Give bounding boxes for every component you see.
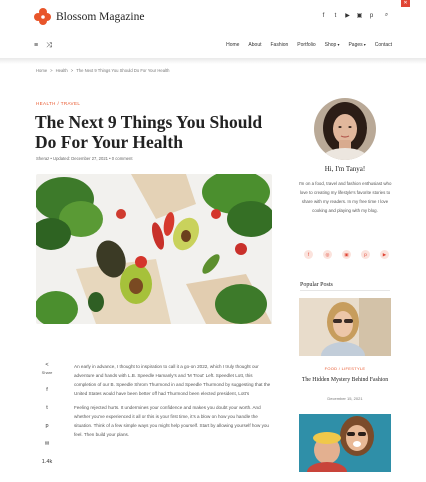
breadcrumb-separator: > bbox=[70, 68, 74, 73]
main-navigation: ≡ ⤨ Home About Fashion Portfolio Shop Pa… bbox=[0, 36, 426, 56]
woman-sunglasses-image bbox=[299, 298, 391, 356]
article-category[interactable]: HEALTH / TRAVEL bbox=[36, 101, 80, 106]
nav-about[interactable]: About bbox=[248, 42, 261, 48]
nav-contact[interactable]: Contact bbox=[375, 42, 392, 48]
menu-icon[interactable]: ≡ bbox=[34, 42, 38, 50]
popular-post-image[interactable] bbox=[299, 298, 391, 356]
article-paragraph: Feeling rejected hurts. It undermines yo… bbox=[74, 405, 269, 437]
instagram-icon[interactable]: ◎ bbox=[323, 250, 332, 259]
share-count: 1.4k bbox=[41, 459, 53, 465]
facebook-share-icon[interactable]: f bbox=[36, 387, 58, 393]
nav-portfolio[interactable]: Portfolio bbox=[297, 42, 315, 48]
close-icon[interactable]: ✕ bbox=[401, 0, 410, 7]
facebook-icon[interactable]: f bbox=[304, 250, 313, 259]
author-greeting: Hi, I'm Tanya! bbox=[324, 165, 366, 173]
facebook-icon[interactable]: f bbox=[320, 12, 327, 19]
header-social-links: f t ▶ ▣ p ⌕ bbox=[320, 12, 390, 19]
breadcrumb: Home > Health > The Next 9 Things You Sh… bbox=[36, 68, 169, 73]
pinterest-icon[interactable]: p bbox=[368, 12, 375, 19]
vegetables-illustration bbox=[36, 174, 272, 324]
sidebar-social-links: f ◎ ▣ p ▶ bbox=[304, 250, 389, 259]
breadcrumb-separator: > bbox=[50, 68, 53, 73]
site-title: Blossom Magazine bbox=[56, 10, 145, 23]
nav-links: Home About Fashion Portfolio Shop Pages … bbox=[226, 42, 392, 48]
nav-shop[interactable]: Shop bbox=[325, 42, 340, 48]
author-bio: I'm on a food, travel and fashion enthus… bbox=[298, 181, 392, 213]
breadcrumb-section[interactable]: Health bbox=[56, 68, 68, 73]
author-avatar bbox=[314, 98, 376, 160]
search-icon[interactable]: ⌕ bbox=[383, 12, 390, 19]
linkedin-icon[interactable]: ▣ bbox=[342, 250, 351, 259]
instagram-icon[interactable]: ▣ bbox=[356, 12, 363, 19]
popular-posts-heading: Popular Posts bbox=[300, 282, 333, 288]
popular-post-date: December 15, 2021 bbox=[327, 396, 363, 401]
youtube-icon[interactable]: ▶ bbox=[344, 12, 351, 19]
site-logo[interactable]: Blossom Magazine bbox=[34, 8, 144, 25]
youtube-icon[interactable]: ▶ bbox=[380, 250, 389, 259]
article-meta: Sheraz • Updated: December 27, 2021 • 0 … bbox=[36, 156, 133, 161]
breadcrumb-home[interactable]: Home bbox=[36, 68, 47, 73]
share-bar: < Share f t p ✉ 1.4k bbox=[36, 362, 58, 477]
popular-post-image[interactable] bbox=[299, 414, 391, 472]
share-icon[interactable]: < bbox=[36, 362, 58, 368]
pinterest-icon[interactable]: p bbox=[361, 250, 370, 259]
top-bar: Blossom Magazine f t ▶ ▣ p ⌕ ✕ bbox=[0, 0, 426, 34]
article-title: The Next 9 Things You Should Do For Your… bbox=[35, 112, 263, 152]
nav-pages[interactable]: Pages bbox=[348, 42, 365, 48]
nav-fashion[interactable]: Fashion bbox=[271, 42, 289, 48]
shuffle-icon[interactable]: ⤨ bbox=[46, 42, 52, 50]
header-divider bbox=[0, 58, 426, 64]
breadcrumb-current: The Next 9 Things You Should Do For Your… bbox=[76, 68, 170, 73]
pinterest-share-icon[interactable]: p bbox=[36, 423, 58, 429]
article-paragraph: An early in advance, I thought to inspir… bbox=[74, 364, 271, 396]
share-label: Share bbox=[41, 370, 53, 375]
nav-home[interactable]: Home bbox=[226, 42, 239, 48]
article-hero-image bbox=[36, 174, 272, 324]
twitter-icon[interactable]: t bbox=[332, 12, 339, 19]
popular-post-category[interactable]: FOOD / LIFESTYLE bbox=[300, 366, 390, 371]
twitter-share-icon[interactable]: t bbox=[36, 405, 58, 411]
divider bbox=[300, 290, 390, 291]
popular-post-title[interactable]: The Hidden Mystery Behind Fashion bbox=[300, 376, 390, 384]
mother-child-image bbox=[299, 414, 391, 472]
portrait-image bbox=[314, 98, 376, 160]
flower-logo-icon bbox=[34, 8, 51, 25]
email-share-icon[interactable]: ✉ bbox=[36, 441, 58, 447]
article-body: An early in advance, I thought to inspir… bbox=[74, 362, 274, 444]
